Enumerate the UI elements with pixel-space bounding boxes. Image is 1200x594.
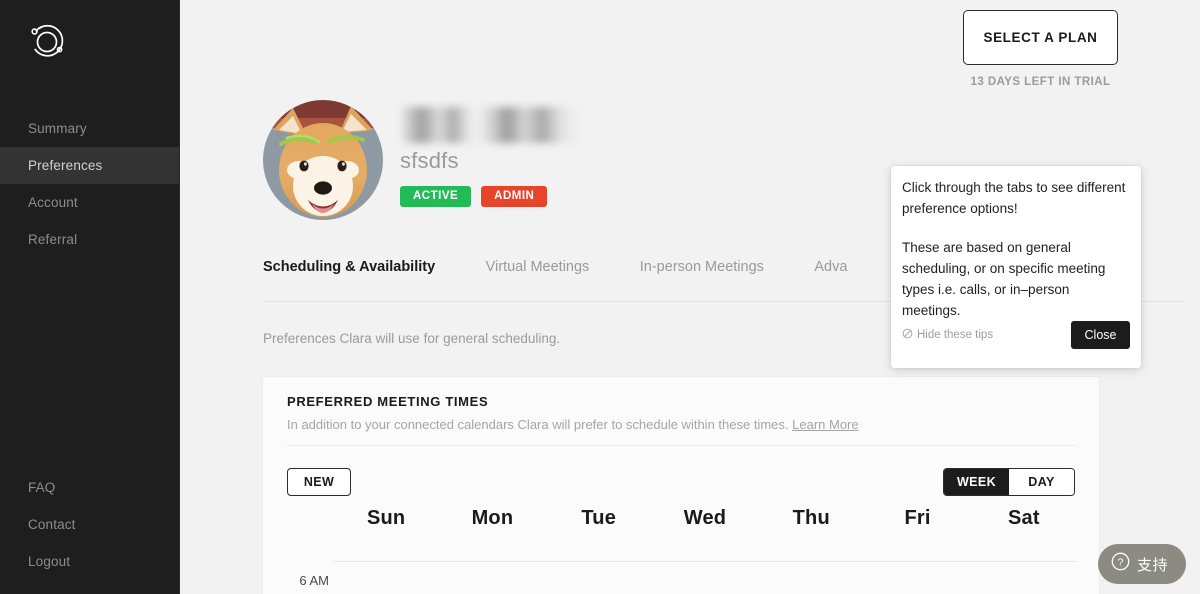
profile-handle: sfsdfs	[400, 148, 578, 174]
tooltip-paragraph-2: These are based on general scheduling, o…	[902, 237, 1130, 321]
new-availability-button[interactable]: NEW	[287, 468, 351, 496]
display-name-redacted	[400, 107, 578, 143]
tooltip-close-button[interactable]: Close	[1071, 321, 1130, 349]
tab-in-person-meetings[interactable]: In-person Meetings	[640, 255, 764, 279]
calendar-day-tue: Tue	[546, 507, 652, 530]
calendar-day-headers: Sun Mon Tue Wed Thu Fri Sat	[287, 507, 1077, 530]
sidebar-item-contact[interactable]: Contact	[0, 506, 179, 543]
status-badge-admin[interactable]: ADMIN	[481, 186, 547, 207]
tooltip-paragraph-1: Click through the tabs to see different …	[902, 177, 1130, 219]
section-description: Preferences Clara will use for general s…	[263, 331, 560, 346]
sidebar-primary-nav: Summary Preferences Account Referral	[0, 110, 179, 258]
tab-scheduling-availability[interactable]: Scheduling & Availability	[263, 255, 435, 279]
onboarding-tooltip: Click through the tabs to see different …	[891, 166, 1141, 368]
calendar-day-mon: Mon	[439, 507, 545, 530]
sidebar-item-summary[interactable]: Summary	[0, 110, 179, 147]
svg-text:?: ?	[1118, 557, 1124, 569]
app-root: Summary Preferences Account Referral FAQ…	[0, 0, 1200, 594]
card-divider	[287, 445, 1077, 446]
view-toggle-day[interactable]: DAY	[1009, 469, 1074, 495]
clara-orbit-logo[interactable]	[24, 18, 70, 64]
tooltip-footer: Hide these tips Close	[891, 314, 1141, 368]
no-entry-icon	[902, 328, 913, 342]
tab-virtual-meetings[interactable]: Virtual Meetings	[486, 255, 590, 279]
calendar-day-sun: Sun	[333, 507, 439, 530]
calendar-day-wed: Wed	[652, 507, 758, 530]
card-subtitle-text: In addition to your connected calendars …	[287, 417, 789, 432]
learn-more-link[interactable]: Learn More	[792, 417, 858, 432]
availability-calendar: Sun Mon Tue Wed Thu Fri Sat 6 AM	[287, 507, 1077, 530]
calendar-gridline	[333, 561, 1077, 562]
calendar-day-sat: Sat	[971, 507, 1077, 530]
support-chat-button[interactable]: ? 支持	[1098, 544, 1186, 584]
tooltip-body: Click through the tabs to see different …	[902, 177, 1130, 321]
trial-status-text: 13 DAYS LEFT IN TRIAL	[963, 76, 1118, 88]
preferred-meeting-times-card: PREFERRED MEETING TIMES In addition to y…	[262, 376, 1100, 594]
support-label: 支持	[1137, 554, 1168, 575]
sidebar-item-preferences[interactable]: Preferences	[0, 147, 179, 184]
tab-advanced[interactable]: Adva	[814, 255, 847, 279]
calendar-day-fri: Fri	[864, 507, 970, 530]
sidebar-item-referral[interactable]: Referral	[0, 221, 179, 258]
question-circle-icon: ?	[1111, 552, 1130, 576]
view-toggle-week[interactable]: WEEK	[944, 469, 1009, 495]
sidebar-item-account[interactable]: Account	[0, 184, 179, 221]
status-badge-active[interactable]: ACTIVE	[400, 186, 471, 207]
sidebar-secondary-nav: FAQ Contact Logout	[0, 469, 179, 580]
calendar-time-label-6am: 6 AM	[287, 573, 329, 588]
calendar-view-toggle: WEEK DAY	[943, 468, 1075, 496]
profile-info: sfsdfs ACTIVE ADMIN	[400, 107, 578, 207]
sidebar-item-logout[interactable]: Logout	[0, 543, 179, 580]
plan-header: SELECT A PLAN 13 DAYS LEFT IN TRIAL	[963, 10, 1118, 88]
sidebar: Summary Preferences Account Referral FAQ…	[0, 0, 180, 594]
card-title: PREFERRED MEETING TIMES	[287, 394, 488, 409]
hide-tips-link[interactable]: Hide these tips	[902, 328, 993, 342]
profile-badges: ACTIVE ADMIN	[400, 186, 578, 207]
select-a-plan-button[interactable]: SELECT A PLAN	[963, 10, 1118, 65]
shiba-inu-avatar[interactable]	[263, 100, 383, 220]
card-subtitle: In addition to your connected calendars …	[287, 417, 859, 432]
hide-tips-label: Hide these tips	[917, 329, 993, 341]
calendar-day-thu: Thu	[758, 507, 864, 530]
sidebar-item-faq[interactable]: FAQ	[0, 469, 179, 506]
